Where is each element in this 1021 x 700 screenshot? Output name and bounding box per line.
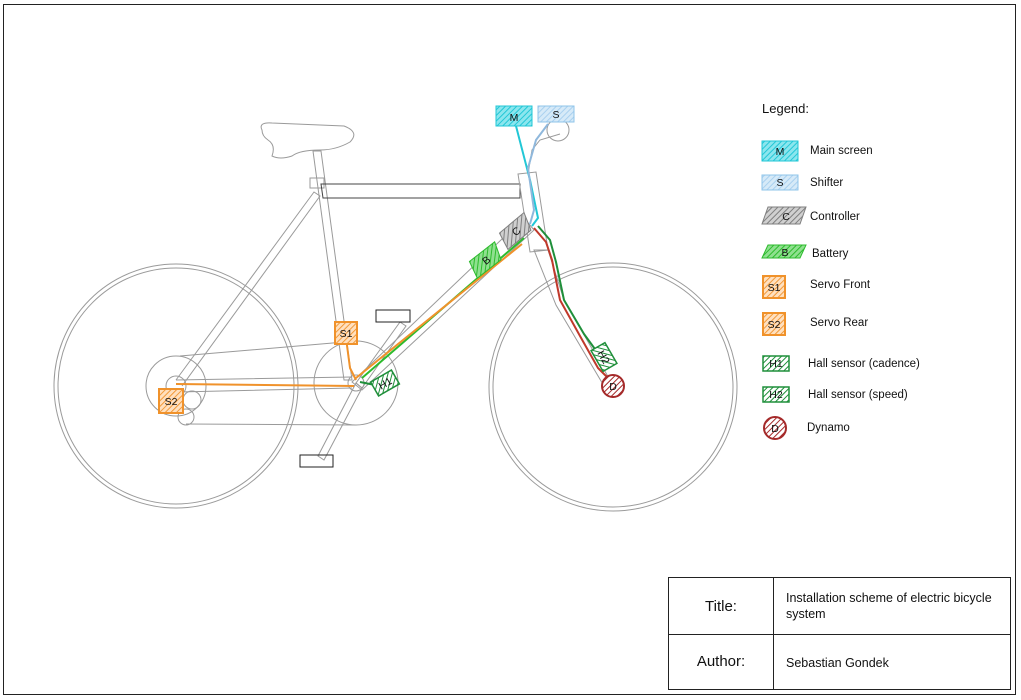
legend-label-controller: Controller xyxy=(810,211,860,223)
svg-text:H1: H1 xyxy=(769,358,783,370)
legend-symbols: M S C B S1 S2 H1 H2 D xyxy=(761,140,807,440)
legend-label-battery: Battery xyxy=(812,248,849,260)
tag-servo-front-label: S1 xyxy=(340,328,353,340)
legend-label-dynamo: Dynamo xyxy=(807,422,850,434)
tag-servo-front: S1 xyxy=(334,321,358,345)
legend-symbol-servo-rear: S2 xyxy=(762,312,786,336)
legend-symbol-hall-speed: H2 xyxy=(762,386,790,403)
saddle xyxy=(260,122,355,159)
svg-text:B: B xyxy=(781,247,788,259)
title-key: Title: xyxy=(705,598,737,615)
tag-shifter-label: S xyxy=(552,109,559,121)
legend-label-hall-speed: Hall sensor (speed) xyxy=(808,389,908,401)
svg-text:S: S xyxy=(776,177,783,189)
svg-text:H2: H2 xyxy=(769,389,783,401)
tag-servo-rear-label: S2 xyxy=(165,396,178,408)
bicycle-outline xyxy=(53,118,738,512)
legend-symbol-hall-cadence: H1 xyxy=(762,355,790,372)
tag-shifter: S xyxy=(537,105,575,123)
legend-symbol-controller: C xyxy=(761,206,807,225)
author-value: Sebastian Gondek xyxy=(786,656,889,670)
svg-text:C: C xyxy=(782,211,790,223)
tag-dynamo: D xyxy=(601,374,625,398)
legend-label-servo-front: Servo Front xyxy=(810,279,871,291)
title-row: Title: Installation scheme of electric b… xyxy=(669,578,1010,635)
author-row: Author: Sebastian Gondek xyxy=(669,635,1010,690)
svg-text:M: M xyxy=(776,146,785,158)
rear-wheel xyxy=(53,263,299,509)
legend-label-main-screen: Main screen xyxy=(810,145,873,157)
seat-stay xyxy=(175,191,321,387)
legend-label-shifter: Shifter xyxy=(810,177,844,189)
legend-symbol-battery: B xyxy=(761,244,807,259)
tag-main-screen: M xyxy=(495,105,533,127)
svg-text:S2: S2 xyxy=(768,319,781,331)
legend-symbol-main-screen: M xyxy=(761,140,799,162)
rear-derailleur xyxy=(182,390,202,410)
legend-symbol-shifter: S xyxy=(761,174,799,191)
svg-text:D: D xyxy=(771,423,779,435)
legend-label-servo-rear: Servo Rear xyxy=(810,317,869,329)
legend-title: Legend: xyxy=(762,101,809,116)
tag-main-screen-label: M xyxy=(510,112,519,124)
servo-rear-cable xyxy=(175,383,355,387)
author-key: Author: xyxy=(696,653,746,670)
title-value: Installation scheme of electric bicycle … xyxy=(786,591,992,621)
wiring xyxy=(175,123,611,387)
tag-servo-rear: S2 xyxy=(158,388,184,414)
pedal-top xyxy=(375,309,411,323)
tag-dynamo-label: D xyxy=(609,381,617,393)
legend-label-hall-cadence: Hall sensor (cadence) xyxy=(808,358,920,370)
chain xyxy=(179,340,357,426)
legend-symbol-dynamo: D xyxy=(763,416,787,440)
top-tube xyxy=(320,183,521,199)
title-block: Title: Installation scheme of electric b… xyxy=(668,577,1011,690)
tag-hall-speed: H2 xyxy=(590,341,618,373)
legend-symbol-servo-front: S1 xyxy=(762,275,786,299)
svg-text:S1: S1 xyxy=(768,282,781,294)
pedal-bottom xyxy=(299,454,334,468)
servo-cable-main xyxy=(355,243,523,379)
tag-hall-cadence: H1 xyxy=(369,369,401,397)
